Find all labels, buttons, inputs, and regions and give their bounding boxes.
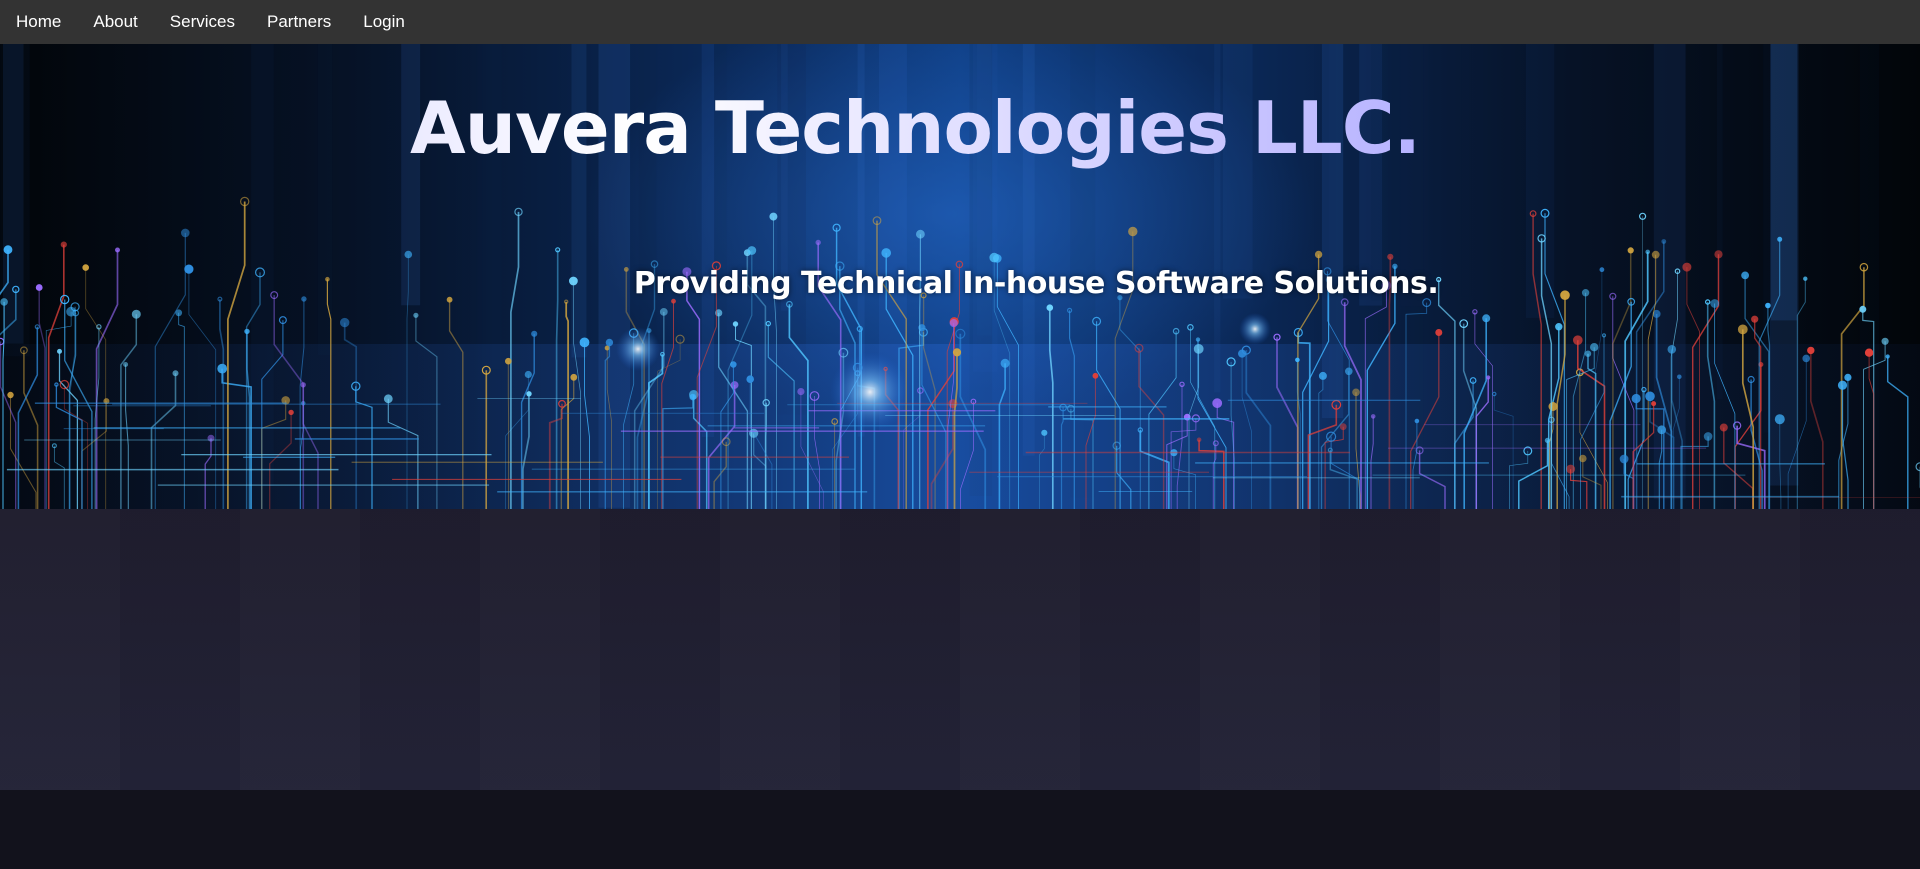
hero-title: Auvera Technologies LLC. (0, 86, 1830, 170)
top-navbar: Home About Services Partners Login (0, 0, 1920, 44)
nav-link-login[interactable]: Login (347, 0, 421, 44)
hero-subtitle: Providing Technical In-house Software So… (633, 266, 1439, 301)
hero-banner: Auvera Technologies LLC. Providing Techn… (0, 44, 1920, 509)
footer-section (0, 790, 1920, 869)
content-section (0, 509, 1920, 790)
nav-link-about[interactable]: About (77, 0, 153, 44)
nav-link-home[interactable]: Home (0, 0, 77, 44)
nav-link-partners[interactable]: Partners (251, 0, 347, 44)
nav-link-services[interactable]: Services (154, 0, 251, 44)
